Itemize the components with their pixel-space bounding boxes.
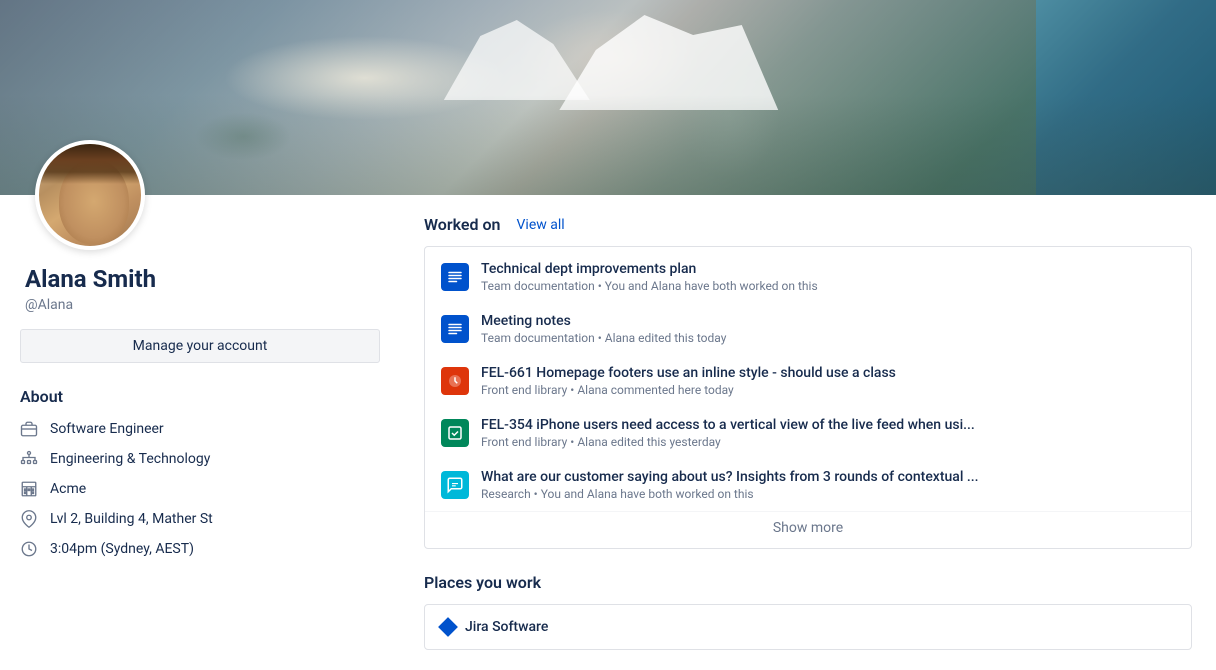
about-item-company: Acme	[20, 480, 380, 498]
places-card-jira[interactable]: Jira Software	[424, 604, 1192, 650]
worked-on-title: Worked on	[424, 215, 501, 234]
hierarchy-icon	[20, 450, 38, 468]
about-job-title-text: Software Engineer	[50, 421, 164, 437]
worked-on-header: Worked on View all	[424, 215, 1192, 234]
places-title: Places you work	[424, 573, 1192, 592]
work-item-2[interactable]: Meeting notes Team documentation • Alana…	[425, 303, 1191, 355]
work-item-4[interactable]: FEL-354 iPhone users need access to a ve…	[425, 407, 1191, 459]
building-icon	[20, 480, 38, 498]
about-company-text: Acme	[50, 481, 86, 497]
work-item-content-3: FEL-661 Homepage footers use an inline s…	[481, 365, 1175, 397]
about-item-time: 3:04pm (Sydney, AEST)	[20, 540, 380, 558]
work-item-icon-2	[441, 315, 469, 343]
work-item-icon-5	[441, 471, 469, 499]
work-item-1[interactable]: Technical dept improvements plan Team do…	[425, 251, 1191, 303]
work-item-content-5: What are our customer saying about us? I…	[481, 469, 1175, 501]
work-item-content-1: Technical dept improvements plan Team do…	[481, 261, 1175, 293]
work-item-title-3: FEL-661 Homepage footers use an inline s…	[481, 365, 1175, 381]
clock-icon	[20, 540, 38, 558]
about-time-text: 3:04pm (Sydney, AEST)	[50, 541, 194, 557]
jira-diamond-icon	[438, 617, 458, 637]
work-item-title-1: Technical dept improvements plan	[481, 261, 1175, 277]
page-container: Alana Smith @Alana Manage your account A…	[0, 0, 1216, 670]
avatar	[35, 140, 145, 250]
work-item-meta-2: Team documentation • Alana edited this t…	[481, 331, 1175, 345]
work-item-3[interactable]: FEL-661 Homepage footers use an inline s…	[425, 355, 1191, 407]
cover-image	[0, 0, 1216, 195]
work-item-title-5: What are our customer saying about us? I…	[481, 469, 1175, 485]
work-item-icon-1	[441, 263, 469, 291]
about-item-location: Lvl 2, Building 4, Mather St	[20, 510, 380, 528]
about-item-job-title: Software Engineer	[20, 420, 380, 438]
work-item-icon-3	[441, 367, 469, 395]
location-icon	[20, 510, 38, 528]
about-location-text: Lvl 2, Building 4, Mather St	[50, 511, 213, 527]
about-section: About Software Engineer	[20, 387, 380, 558]
sidebar: Alana Smith @Alana Manage your account A…	[0, 195, 400, 670]
about-title: About	[20, 387, 380, 406]
main-content: Worked on View all Technical	[400, 195, 1216, 670]
work-item-content-2: Meeting notes Team documentation • Alana…	[481, 313, 1175, 345]
show-more-button[interactable]: Show more	[425, 511, 1191, 544]
work-item-meta-3: Front end library • Alana commented here…	[481, 383, 1175, 397]
layout: Alana Smith @Alana Manage your account A…	[0, 195, 1216, 670]
work-item-title-4: FEL-354 iPhone users need access to a ve…	[481, 417, 1175, 433]
work-item-5[interactable]: What are our customer saying about us? I…	[425, 459, 1191, 511]
work-item-meta-4: Front end library • Alana edited this ye…	[481, 435, 1175, 449]
user-handle: @Alana	[20, 297, 380, 313]
work-item-title-2: Meeting notes	[481, 313, 1175, 329]
work-item-content-4: FEL-354 iPhone users need access to a ve…	[481, 417, 1175, 449]
briefcase-icon	[20, 420, 38, 438]
about-item-department: Engineering & Technology	[20, 450, 380, 468]
about-department-text: Engineering & Technology	[50, 451, 210, 467]
worked-on-card: Technical dept improvements plan Team do…	[424, 246, 1192, 549]
manage-account-button[interactable]: Manage your account	[20, 329, 380, 363]
places-jira-name: Jira Software	[465, 619, 548, 635]
places-section: Places you work Jira Software	[424, 573, 1192, 650]
user-name: Alana Smith	[20, 265, 380, 293]
work-item-meta-1: Team documentation • You and Alana have …	[481, 279, 1175, 293]
work-item-meta-5: Research • You and Alana have both worke…	[481, 487, 1175, 501]
work-item-icon-4	[441, 419, 469, 447]
view-all-link[interactable]: View all	[517, 217, 565, 233]
